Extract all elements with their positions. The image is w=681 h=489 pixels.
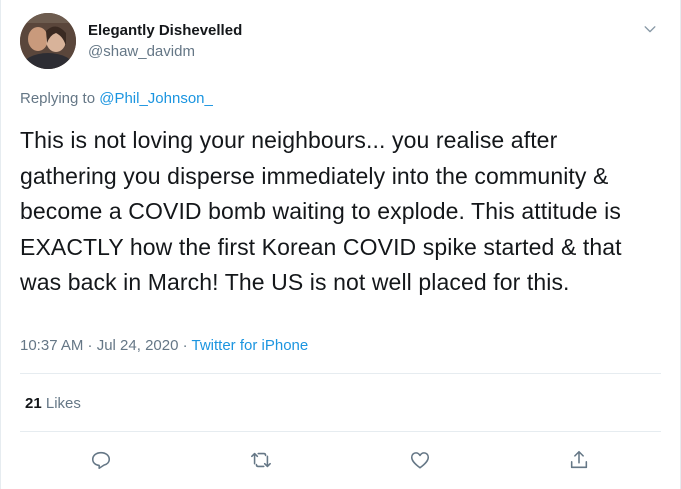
reply-mention-link[interactable]: @Phil_Johnson_: [99, 90, 213, 107]
author-handle[interactable]: @shaw_davidm: [88, 43, 195, 60]
reply-icon: [91, 451, 111, 470]
heart-icon: [410, 452, 430, 469]
likes-stat[interactable]: 21 Likes: [25, 395, 81, 412]
tweet-text: This is not loving your neighbours... yo…: [20, 127, 622, 295]
replying-to-line: Replying to @Phil_Johnson_: [20, 90, 213, 107]
tweet-card: Elegantly Dishevelled @shaw_davidm Reply…: [0, 0, 681, 489]
avatar[interactable]: [20, 13, 76, 69]
replying-to-label: Replying to: [20, 90, 100, 107]
share-button[interactable]: [566, 447, 592, 473]
tweet-source-link[interactable]: Twitter for iPhone: [192, 337, 309, 354]
reply-button[interactable]: [88, 447, 114, 473]
retweet-button[interactable]: [248, 447, 274, 473]
likes-count: 21: [25, 395, 42, 412]
retweet-icon: [251, 452, 271, 468]
likes-label: Likes: [41, 395, 81, 412]
more-options-button[interactable]: [639, 18, 661, 40]
tweet-meta: 10:37 AM · Jul 24, 2020 · Twitter for iP…: [20, 337, 308, 354]
avatar-photo: [20, 13, 76, 69]
divider: [20, 431, 661, 432]
like-button[interactable]: [407, 447, 433, 473]
tweet-timestamp[interactable]: 10:37 AM · Jul 24, 2020 ·: [20, 337, 192, 354]
author-display-name[interactable]: Elegantly Dishevelled: [88, 22, 242, 39]
divider: [20, 373, 661, 374]
chevron-down-icon: [644, 26, 656, 33]
share-icon: [570, 450, 588, 469]
